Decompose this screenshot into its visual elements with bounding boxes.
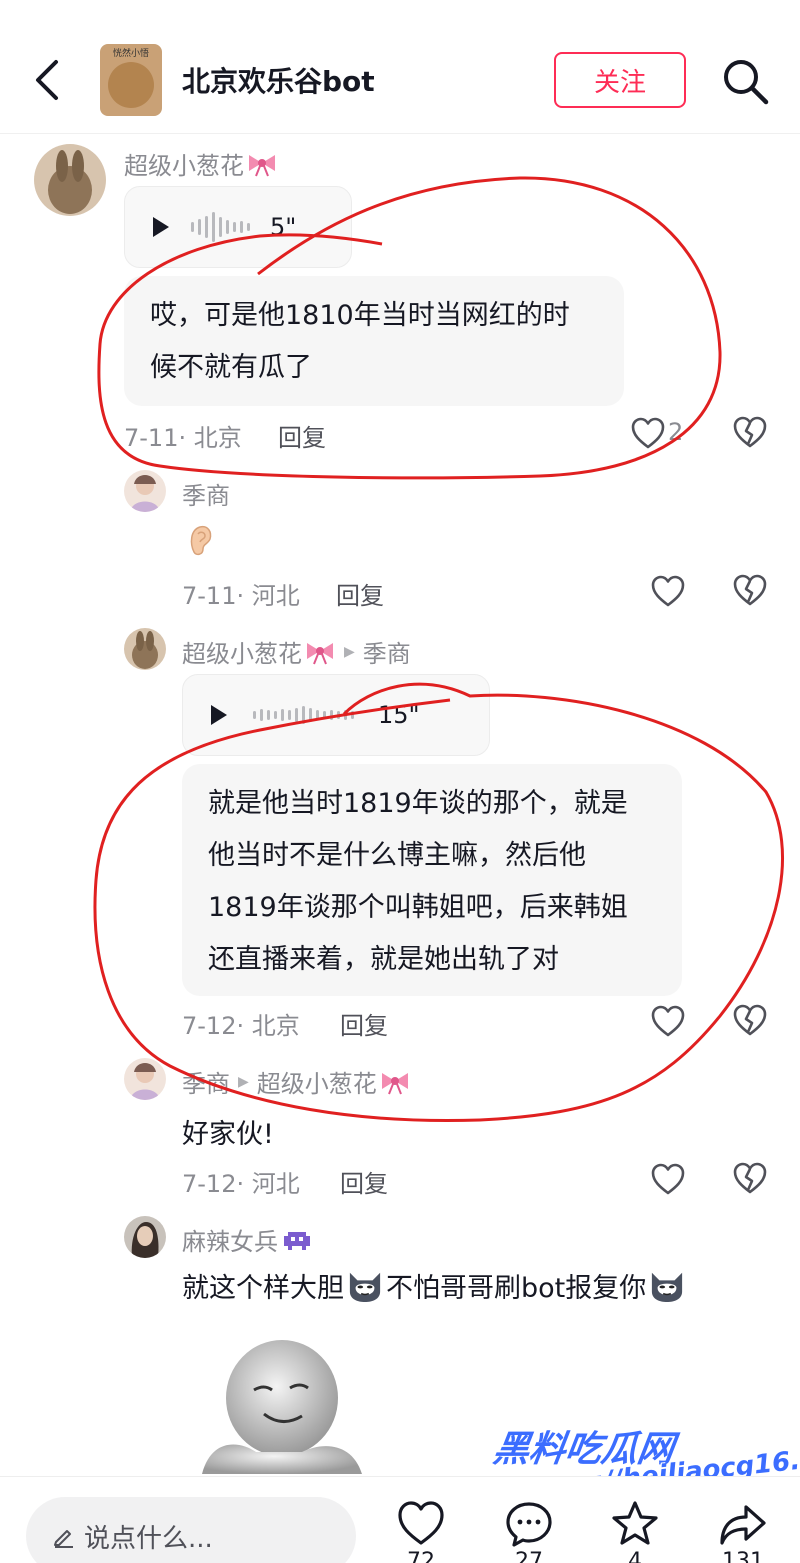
favorites-count: 4 [628, 1549, 642, 1563]
commenter-avatar[interactable] [34, 144, 106, 216]
play-icon[interactable] [211, 705, 227, 725]
reply-button[interactable]: 回复 [340, 1164, 388, 1199]
comment-input[interactable]: 说点什么... [26, 1497, 356, 1563]
top-navigation-bar: 恍然小悟 北京欢乐谷bot 关注 [0, 0, 800, 134]
waveform-icon [191, 212, 250, 242]
search-icon[interactable] [718, 54, 772, 108]
heart-icon[interactable] [650, 574, 686, 608]
comment-bubble-icon[interactable] [504, 1499, 554, 1549]
account-title: 北京欢乐谷bot [182, 65, 375, 98]
ribbon-bow-icon [381, 1072, 408, 1094]
commenter-name[interactable]: 超级小葱花 [124, 146, 278, 181]
back-arrow-icon[interactable] [28, 56, 68, 104]
star-icon[interactable] [610, 1499, 660, 1549]
heart-icon[interactable] [650, 1004, 686, 1038]
commenter-name[interactable]: 季商 ▶ 超级小葱花 [182, 1064, 411, 1099]
comment-text: 就这个样大胆 不怕哥哥刷bot报复你 [182, 1266, 686, 1305]
reply-button[interactable]: 回复 [278, 418, 326, 453]
avatar-image [108, 62, 154, 108]
reply-arrow-icon: ▶ [344, 643, 355, 660]
share-arrow-icon[interactable] [718, 1499, 768, 1549]
broken-heart-icon[interactable] [732, 1002, 768, 1038]
broken-heart-icon[interactable] [732, 1160, 768, 1196]
commenter-name[interactable]: 季商 [182, 476, 230, 511]
heart-icon[interactable] [650, 1162, 686, 1196]
comment-date-location: 7-11· 北京 [124, 424, 242, 452]
follow-button[interactable]: 关注 [554, 52, 686, 108]
voice-duration: 5" [270, 213, 297, 241]
comment-date-location: 7-12· 河北 [182, 1170, 300, 1198]
reply-button[interactable]: 回复 [340, 1006, 388, 1041]
voice-duration: 15" [378, 701, 420, 729]
voice-message[interactable]: 5" [124, 186, 352, 268]
ribbon-bow-icon [249, 154, 275, 176]
heart-icon[interactable] [630, 416, 666, 450]
ribbon-bow-icon [307, 642, 333, 664]
broken-heart-icon[interactable] [732, 414, 768, 450]
shares-count: 131 [722, 1549, 764, 1563]
voice-message[interactable]: 15" [182, 674, 490, 756]
commenter-name[interactable]: 麻辣女兵 [182, 1222, 312, 1257]
likes-count: 72 [407, 1549, 435, 1563]
commenter-avatar[interactable] [124, 1058, 166, 1100]
avatar-caption: 恍然小悟 [112, 49, 149, 59]
comment-text-bubble: 哎，可是他1810年当时当网红的时 候不就有瓜了 [124, 276, 624, 406]
bottom-action-bar: 说点什么... 72 27 4 131 [0, 1476, 800, 1563]
comment-text-bubble: 就是他当时1819年谈的那个，就是 他当时不是什么博主嘛，然后他 1819年谈那… [182, 764, 682, 996]
comments-count: 27 [515, 1549, 543, 1563]
commenter-avatar[interactable] [124, 470, 166, 512]
waveform-icon [253, 706, 354, 724]
husky-emoji-icon [652, 1272, 683, 1302]
alien-monster-icon [284, 1231, 310, 1250]
comment-text: 好家伙! [182, 1119, 274, 1150]
meme-sticker-image[interactable] [182, 1324, 382, 1474]
commenter-avatar[interactable] [124, 1216, 166, 1258]
like-count: 2 [668, 418, 684, 446]
broken-heart-icon[interactable] [732, 572, 768, 608]
comment-date-location: 7-11· 河北 [182, 582, 300, 610]
commenter-avatar[interactable] [124, 628, 166, 670]
account-avatar[interactable]: 恍然小悟 [100, 44, 162, 116]
reply-arrow-icon: ▶ [238, 1073, 249, 1090]
commenter-name[interactable]: 超级小葱花 ▶ 季商 [182, 634, 411, 669]
reply-button[interactable]: 回复 [336, 576, 384, 611]
play-icon[interactable] [153, 217, 169, 237]
comment-date-location: 7-12· 北京 [182, 1012, 300, 1040]
pencil-icon [54, 1530, 73, 1548]
comment-input-placeholder: 说点什么... [84, 1523, 213, 1554]
ear-emoji-icon [190, 525, 212, 556]
husky-emoji-icon [349, 1272, 381, 1302]
heart-icon[interactable] [396, 1499, 446, 1549]
